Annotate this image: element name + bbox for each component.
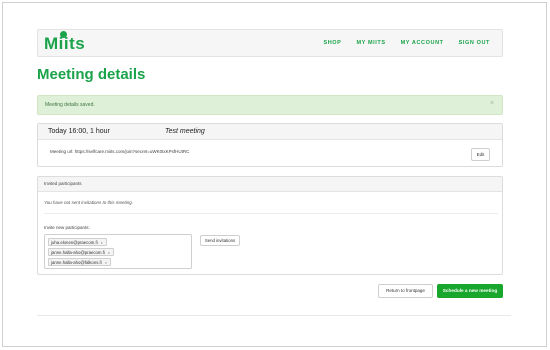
participants-panel: Invited participants You have not sent i… [37, 176, 503, 275]
logo-dot-icon [60, 31, 67, 38]
email-tag: juha.elonen@praecom.fi × [48, 238, 107, 246]
email-tag-text: janne.halla-aho@falkons.fi [51, 260, 102, 265]
email-tag-text: janne.halla-aho@praecom.fi [51, 250, 105, 255]
no-invitations-text: You have not sent invitations to this me… [44, 200, 134, 205]
email-tag: janne.halla-aho@praecom.fi × [48, 248, 114, 256]
alert-message: Meeting details saved. [45, 102, 95, 108]
miits-logo[interactable]: Miits [44, 31, 85, 53]
nav-sign-out[interactable]: SIGN OUT [459, 40, 490, 46]
footer-divider [37, 315, 511, 316]
nav-links: SHOP MY MIITS MY ACCOUNT SIGN OUT [323, 40, 490, 46]
meeting-name: Test meeting [165, 128, 205, 135]
nav-my-miits[interactable]: MY MIITS [356, 40, 385, 46]
meeting-time: Today 16:00, 1 hour [48, 128, 110, 135]
nav-my-account[interactable]: MY ACCOUNT [401, 40, 444, 46]
meeting-header: Today 16:00, 1 hour Test meeting [38, 124, 502, 140]
divider [44, 213, 498, 214]
remove-icon[interactable]: × [108, 251, 110, 255]
participants-header-label: Invited participants [44, 181, 82, 186]
meeting-url[interactable]: Meeting url: https://selfcare.miits.com/… [50, 149, 189, 154]
send-invitations-button[interactable]: Send invitations [200, 235, 240, 246]
navbar: Miits SHOP MY MIITS MY ACCOUNT SIGN OUT [37, 29, 503, 57]
return-to-frontpage-button[interactable]: Return to frontpage [378, 284, 433, 298]
nav-shop[interactable]: SHOP [323, 40, 341, 46]
email-tag: janne.halla-aho@falkons.fi × [48, 258, 111, 266]
participants-header: Invited participants [38, 177, 502, 192]
email-tag-text: juha.elonen@praecom.fi [51, 240, 98, 245]
meeting-panel: Today 16:00, 1 hour Test meeting Meeting… [37, 123, 503, 167]
close-icon[interactable]: × [490, 100, 494, 107]
success-alert: Meeting details saved. × [37, 95, 503, 115]
invite-label: Invite new participants: [44, 225, 90, 230]
remove-icon[interactable]: × [101, 241, 103, 245]
edit-button[interactable]: Edit [471, 148, 490, 161]
invite-input[interactable]: juha.elonen@praecom.fi × janne.halla-aho@… [44, 234, 192, 269]
page-title: Meeting details [37, 66, 146, 83]
schedule-new-meeting-button[interactable]: Schedule a new meeting [437, 284, 503, 298]
remove-icon[interactable]: × [105, 261, 107, 265]
